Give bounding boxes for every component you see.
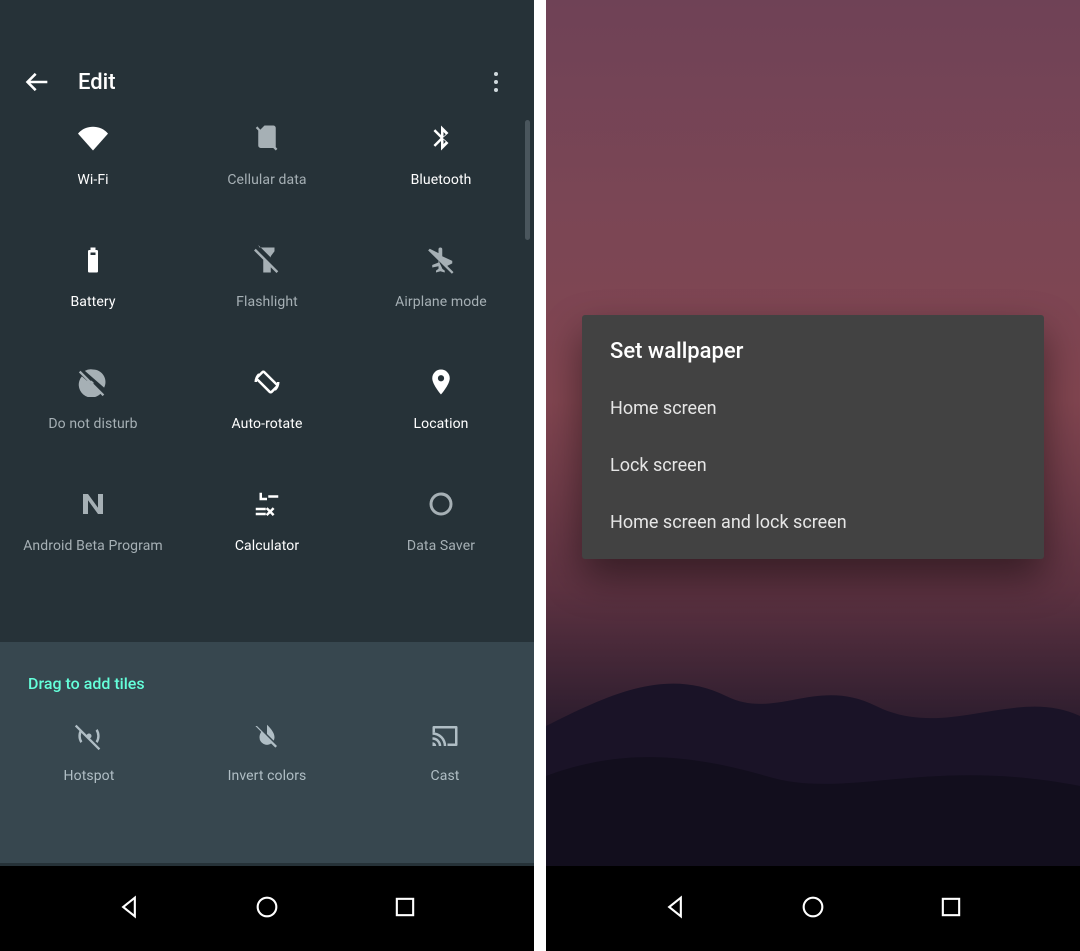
airplane-off-icon — [423, 242, 459, 278]
tile-wifi[interactable]: Wi-Fi — [6, 120, 180, 188]
tile-data-saver[interactable]: Data Saver — [354, 486, 528, 554]
tile-label: Airplane mode — [395, 294, 487, 310]
phone-left-quick-settings-edit: Edit Wi-Fi Cellular data — [0, 0, 534, 951]
nav-home-icon[interactable] — [253, 893, 281, 925]
nav-recents-icon[interactable] — [391, 893, 419, 925]
invert-colors-off-icon — [249, 718, 285, 754]
location-icon — [423, 364, 459, 400]
tile-auto-rotate[interactable]: Auto-rotate — [180, 364, 354, 432]
tile-label: Flashlight — [236, 294, 298, 310]
overflow-menu-icon[interactable] — [482, 72, 510, 92]
android-navbar — [546, 866, 1080, 951]
tile-battery[interactable]: Battery — [6, 242, 180, 310]
option-lock-screen[interactable]: Lock screen — [582, 437, 1044, 494]
tile-label: Location — [414, 416, 469, 432]
tile-flashlight[interactable]: Flashlight — [180, 242, 354, 310]
tile-label: Invert colors — [228, 768, 307, 784]
cast-icon — [427, 718, 463, 754]
flashlight-off-icon — [249, 242, 285, 278]
tile-bluetooth[interactable]: Bluetooth — [354, 120, 528, 188]
tile-label: Data Saver — [407, 538, 475, 554]
option-home-screen[interactable]: Home screen — [582, 380, 1044, 437]
android-n-icon — [75, 486, 111, 522]
qs-available-tiles-grid: Hotspot Invert colors Cast — [0, 718, 534, 784]
android-navbar — [0, 866, 534, 951]
data-saver-icon — [423, 486, 459, 522]
wifi-icon — [75, 120, 111, 156]
phone-right-wallpaper-picker: Set wallpaper Home screen Lock screen Ho… — [546, 0, 1080, 951]
nav-home-icon[interactable] — [799, 893, 827, 925]
dialog-title: Set wallpaper — [582, 315, 1044, 380]
tile-do-not-disturb[interactable]: Do not disturb — [6, 364, 180, 432]
tile-location[interactable]: Location — [354, 364, 528, 432]
tile-invert-colors[interactable]: Invert colors — [178, 718, 356, 784]
tile-label: Hotspot — [64, 768, 115, 784]
nav-back-icon[interactable] — [115, 893, 143, 925]
tile-label: Cellular data — [227, 172, 306, 188]
calculator-icon — [249, 486, 285, 522]
tile-label: Wi-Fi — [77, 172, 108, 188]
battery-icon — [75, 242, 111, 278]
wallpaper-mountains — [546, 606, 1080, 866]
no-sim-icon — [249, 120, 285, 156]
dnd-off-icon — [75, 364, 111, 400]
tile-label: Auto-rotate — [232, 416, 303, 432]
tile-cellular-data[interactable]: Cellular data — [180, 120, 354, 188]
tile-hotspot[interactable]: Hotspot — [0, 718, 178, 784]
qs-edit-header: Edit — [0, 54, 534, 110]
drag-to-add-label: Drag to add tiles — [28, 674, 145, 693]
tile-label: Do not disturb — [48, 416, 137, 432]
page-title: Edit — [78, 70, 116, 95]
tile-label: Cast — [431, 768, 460, 784]
tile-cast[interactable]: Cast — [356, 718, 534, 784]
back-arrow-icon[interactable] — [24, 68, 52, 96]
hotspot-off-icon — [71, 718, 107, 754]
tile-label: Battery — [70, 294, 115, 310]
tile-label: Bluetooth — [411, 172, 472, 188]
quick-settings-panel: Edit Wi-Fi Cellular data — [0, 0, 534, 951]
nav-back-icon[interactable] — [661, 893, 689, 925]
tile-calculator[interactable]: Calculator — [180, 486, 354, 554]
nav-recents-icon[interactable] — [937, 893, 965, 925]
set-wallpaper-dialog: Set wallpaper Home screen Lock screen Ho… — [582, 315, 1044, 559]
tile-android-beta-program[interactable]: Android Beta Program — [6, 486, 180, 554]
bluetooth-icon — [423, 120, 459, 156]
tile-airplane-mode[interactable]: Airplane mode — [354, 242, 528, 310]
tile-label: Android Beta Program — [23, 538, 163, 554]
qs-tiles-grid: Wi-Fi Cellular data Bluetooth — [0, 120, 534, 554]
auto-rotate-icon — [249, 364, 285, 400]
option-home-and-lock-screen[interactable]: Home screen and lock screen — [582, 494, 1044, 559]
tile-label: Calculator — [235, 538, 299, 554]
